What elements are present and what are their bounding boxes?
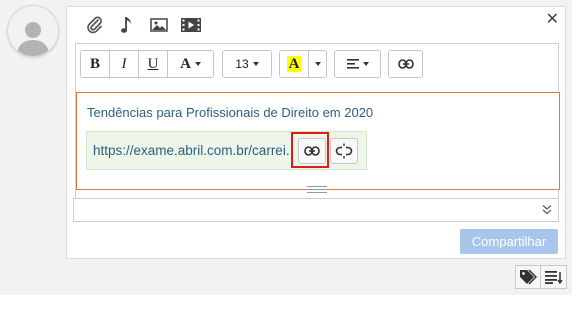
video-icon[interactable] <box>175 14 207 36</box>
attachment-toolbar <box>79 14 207 36</box>
align-group <box>334 50 381 78</box>
resize-handle[interactable] <box>307 186 327 194</box>
image-icon[interactable] <box>143 14 175 36</box>
avatar <box>8 6 58 56</box>
content-link[interactable]: Tendências para Profissionais de Direito… <box>87 105 373 120</box>
font-size-dropdown[interactable]: 13 <box>223 51 271 77</box>
font-color-dropdown[interactable]: A <box>168 51 213 77</box>
chevron-down-icon <box>362 62 369 66</box>
highlight-group: A <box>279 50 327 78</box>
link-icon <box>304 146 320 156</box>
rich-text-editor: B I U A 13 A Tendências para Profissiona… <box>75 43 560 199</box>
font-size-group: 13 <box>222 50 272 78</box>
italic-button[interactable]: I <box>110 51 139 77</box>
align-dropdown[interactable] <box>335 51 380 77</box>
underline-button[interactable]: U <box>139 51 168 77</box>
highlight-dropdown[interactable] <box>309 51 326 77</box>
music-note-icon[interactable] <box>111 14 143 36</box>
editor-content-area[interactable]: Tendências para Profissionais de Direito… <box>76 92 560 190</box>
link-icon <box>397 59 414 69</box>
close-icon[interactable]: ✕ <box>546 12 559 28</box>
insert-link-button[interactable] <box>389 51 422 77</box>
tags-icon[interactable] <box>515 265 541 289</box>
text-style-group: B I U A <box>80 50 214 78</box>
unlink-icon <box>335 143 353 159</box>
bold-button[interactable]: B <box>81 51 110 77</box>
font-color-label: A <box>180 55 191 72</box>
font-size-value: 13 <box>235 57 249 71</box>
link-url-preview[interactable]: https://exame.abril.com.br/carrei... <box>93 143 289 158</box>
user-silhouette-icon <box>17 22 49 56</box>
double-chevron-down-icon <box>542 204 552 218</box>
align-left-icon <box>346 59 359 69</box>
post-composer: ✕ B I U A 13 A Tendências para Profissio… <box>66 6 566 259</box>
audience-select[interactable] <box>73 198 559 222</box>
edit-link-button[interactable] <box>298 138 326 164</box>
link-popover: https://exame.abril.com.br/carrei... <box>86 131 367 170</box>
highlight-label: A <box>286 56 302 72</box>
unlink-button[interactable] <box>330 138 358 164</box>
list-icon[interactable] <box>541 265 567 289</box>
extra-actions <box>515 265 567 289</box>
chevron-down-icon <box>194 62 201 66</box>
paperclip-icon[interactable] <box>79 14 111 36</box>
link-group <box>388 50 423 78</box>
chevron-down-icon <box>252 62 259 66</box>
share-button[interactable]: Compartilhar <box>460 229 558 254</box>
chevron-down-icon <box>314 62 321 66</box>
highlight-color-button[interactable]: A <box>280 51 309 77</box>
